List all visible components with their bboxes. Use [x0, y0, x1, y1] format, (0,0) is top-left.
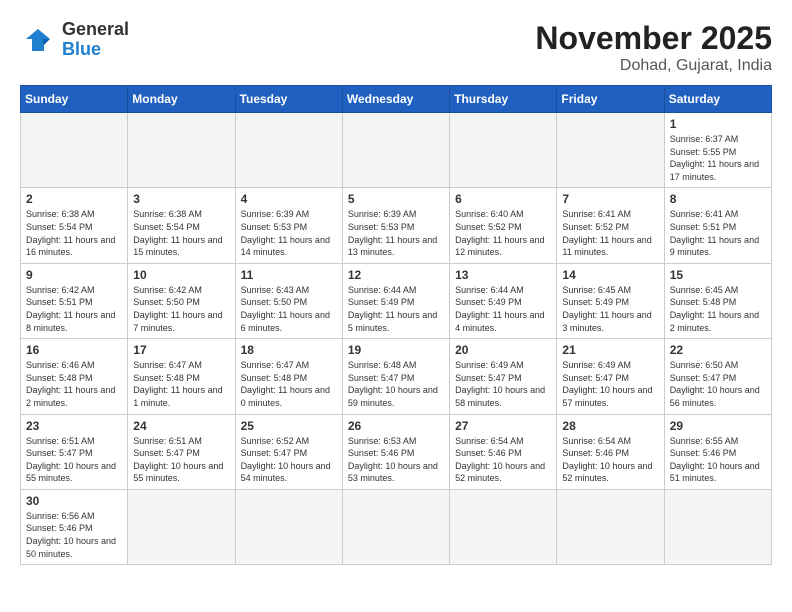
title-block: November 2025 Dohad, Gujarat, India [535, 20, 772, 75]
weekday-header-row: Sunday Monday Tuesday Wednesday Thursday… [21, 86, 772, 113]
empty-cell [21, 113, 128, 188]
day-7: 7 Sunrise: 6:41 AMSunset: 5:52 PMDayligh… [557, 188, 664, 263]
header-friday: Friday [557, 86, 664, 113]
day-22: 22 Sunrise: 6:50 AMSunset: 5:47 PMDaylig… [664, 339, 771, 414]
day-2: 2 Sunrise: 6:38 AMSunset: 5:54 PMDayligh… [21, 188, 128, 263]
empty-cell [342, 489, 449, 564]
week-row-6: 30 Sunrise: 6:56 AMSunset: 5:46 PMDaylig… [21, 489, 772, 564]
week-row-4: 16 Sunrise: 6:46 AMSunset: 5:48 PMDaylig… [21, 339, 772, 414]
day-21: 21 Sunrise: 6:49 AMSunset: 5:47 PMDaylig… [557, 339, 664, 414]
empty-cell [450, 113, 557, 188]
header-saturday: Saturday [664, 86, 771, 113]
month-title: November 2025 [535, 20, 772, 57]
day-13: 13 Sunrise: 6:44 AMSunset: 5:49 PMDaylig… [450, 263, 557, 338]
week-row-3: 9 Sunrise: 6:42 AMSunset: 5:51 PMDayligh… [21, 263, 772, 338]
day-6: 6 Sunrise: 6:40 AMSunset: 5:52 PMDayligh… [450, 188, 557, 263]
day-20: 20 Sunrise: 6:49 AMSunset: 5:47 PMDaylig… [450, 339, 557, 414]
empty-cell [235, 489, 342, 564]
empty-cell [128, 113, 235, 188]
day-4: 4 Sunrise: 6:39 AMSunset: 5:53 PMDayligh… [235, 188, 342, 263]
header-monday: Monday [128, 86, 235, 113]
day-1: 1 Sunrise: 6:37 AMSunset: 5:55 PMDayligh… [664, 113, 771, 188]
day-19: 19 Sunrise: 6:48 AMSunset: 5:47 PMDaylig… [342, 339, 449, 414]
empty-cell [128, 489, 235, 564]
day-14: 14 Sunrise: 6:45 AMSunset: 5:49 PMDaylig… [557, 263, 664, 338]
day-24: 24 Sunrise: 6:51 AMSunset: 5:47 PMDaylig… [128, 414, 235, 489]
day-28: 28 Sunrise: 6:54 AMSunset: 5:46 PMDaylig… [557, 414, 664, 489]
empty-cell [450, 489, 557, 564]
day-23: 23 Sunrise: 6:51 AMSunset: 5:47 PMDaylig… [21, 414, 128, 489]
calendar: Sunday Monday Tuesday Wednesday Thursday… [20, 85, 772, 565]
day-25: 25 Sunrise: 6:52 AMSunset: 5:47 PMDaylig… [235, 414, 342, 489]
empty-cell [557, 489, 664, 564]
week-row-2: 2 Sunrise: 6:38 AMSunset: 5:54 PMDayligh… [21, 188, 772, 263]
day-5: 5 Sunrise: 6:39 AMSunset: 5:53 PMDayligh… [342, 188, 449, 263]
day-10: 10 Sunrise: 6:42 AMSunset: 5:50 PMDaylig… [128, 263, 235, 338]
empty-cell [664, 489, 771, 564]
week-row-1: 1 Sunrise: 6:37 AMSunset: 5:55 PMDayligh… [21, 113, 772, 188]
logo: General Blue [20, 20, 129, 60]
logo-icon [20, 25, 56, 55]
empty-cell [557, 113, 664, 188]
day-17: 17 Sunrise: 6:47 AMSunset: 5:48 PMDaylig… [128, 339, 235, 414]
header-thursday: Thursday [450, 86, 557, 113]
header-wednesday: Wednesday [342, 86, 449, 113]
day-15: 15 Sunrise: 6:45 AMSunset: 5:48 PMDaylig… [664, 263, 771, 338]
location: Dohad, Gujarat, India [535, 57, 772, 75]
day-29: 29 Sunrise: 6:55 AMSunset: 5:46 PMDaylig… [664, 414, 771, 489]
day-11: 11 Sunrise: 6:43 AMSunset: 5:50 PMDaylig… [235, 263, 342, 338]
empty-cell [342, 113, 449, 188]
day-3: 3 Sunrise: 6:38 AMSunset: 5:54 PMDayligh… [128, 188, 235, 263]
day-16: 16 Sunrise: 6:46 AMSunset: 5:48 PMDaylig… [21, 339, 128, 414]
day-9: 9 Sunrise: 6:42 AMSunset: 5:51 PMDayligh… [21, 263, 128, 338]
week-row-5: 23 Sunrise: 6:51 AMSunset: 5:47 PMDaylig… [21, 414, 772, 489]
day-27: 27 Sunrise: 6:54 AMSunset: 5:46 PMDaylig… [450, 414, 557, 489]
day-18: 18 Sunrise: 6:47 AMSunset: 5:48 PMDaylig… [235, 339, 342, 414]
day-8: 8 Sunrise: 6:41 AMSunset: 5:51 PMDayligh… [664, 188, 771, 263]
day-12: 12 Sunrise: 6:44 AMSunset: 5:49 PMDaylig… [342, 263, 449, 338]
page-header: General Blue November 2025 Dohad, Gujara… [20, 20, 772, 75]
header-tuesday: Tuesday [235, 86, 342, 113]
logo-text: General Blue [62, 20, 129, 60]
header-sunday: Sunday [21, 86, 128, 113]
empty-cell [235, 113, 342, 188]
day-30: 30 Sunrise: 6:56 AMSunset: 5:46 PMDaylig… [21, 489, 128, 564]
day-26: 26 Sunrise: 6:53 AMSunset: 5:46 PMDaylig… [342, 414, 449, 489]
